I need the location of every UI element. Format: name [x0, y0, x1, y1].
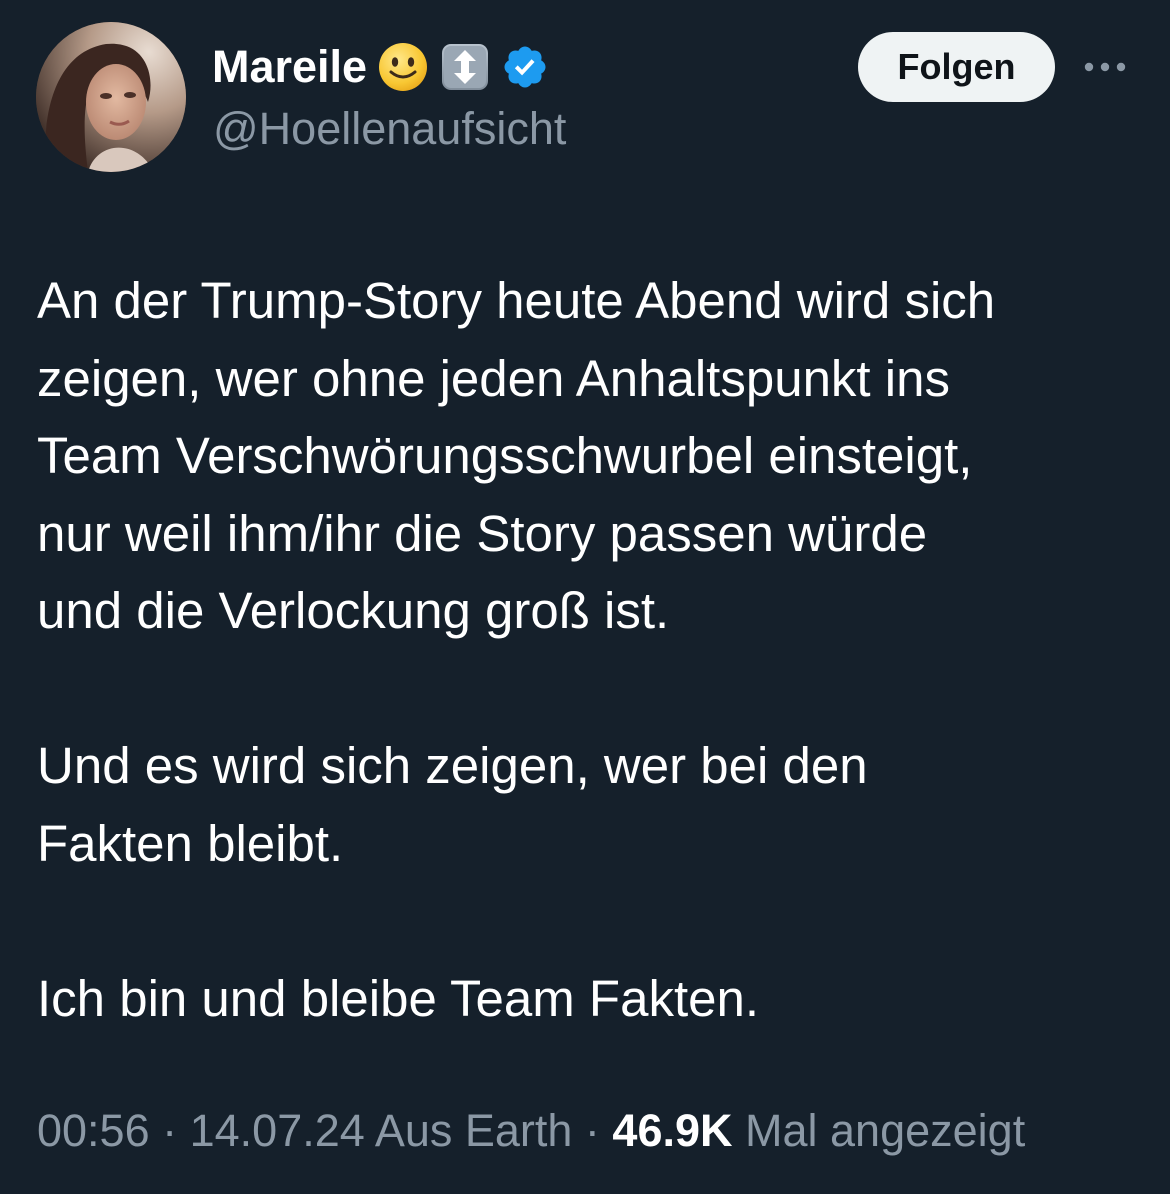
- tweet-time[interactable]: 00:56: [37, 1105, 150, 1156]
- tweet-line: nur weil ihm/ihr die Story passen würde: [37, 504, 928, 562]
- meta-separator: ·: [149, 1105, 190, 1156]
- tweet-line: Ich bin und bleibe Team Fakten.: [37, 969, 760, 1027]
- profile-photo-icon: [36, 22, 186, 172]
- verified-badge-icon[interactable]: [501, 43, 549, 91]
- tweet-date[interactable]: 14.07.24: [190, 1105, 365, 1156]
- tweet-line: An der Trump-Story heute Abend wird sich: [37, 272, 996, 329]
- views-label: Mal angezeigt: [732, 1105, 1026, 1156]
- more-options-button[interactable]: [1080, 50, 1130, 84]
- avatar[interactable]: [36, 22, 186, 172]
- meta-separator: ·: [572, 1105, 613, 1156]
- tweet-line: und die Verlockung groß ist.: [37, 582, 670, 639]
- user-handle[interactable]: @Hoellenaufsicht: [213, 103, 566, 155]
- follow-button[interactable]: Folgen: [858, 32, 1055, 102]
- tweet-text: An der Trump-Story heute Abend wird sich…: [37, 262, 1147, 1037]
- tweet-line: Und es wird sich zeigen, wer bei den: [37, 737, 868, 794]
- name-row: Mareile: [212, 38, 549, 96]
- tweet-line: Fakten bleibt.: [37, 814, 344, 872]
- tweet-location: Aus Earth: [364, 1105, 573, 1156]
- more-dots-icon: [1084, 62, 1126, 72]
- views-count[interactable]: 46.9K: [612, 1105, 732, 1156]
- tweet-card: Mareile @Hoellenaufsicht Folgen An der T…: [0, 0, 1170, 1194]
- slightly-smiling-face-icon: [379, 43, 428, 91]
- tweet-meta: 00:56 · 14.07.24 Aus Earth · 46.9K Mal a…: [37, 1105, 1025, 1157]
- up-down-arrow-icon: [442, 44, 489, 90]
- tweet-line: zeigen, wer ohne jeden Anhaltspunkt ins: [37, 349, 950, 407]
- display-name[interactable]: Mareile: [212, 41, 367, 93]
- tweet-line: Team Verschwörungsschwurbel einsteigt,: [37, 427, 973, 484]
